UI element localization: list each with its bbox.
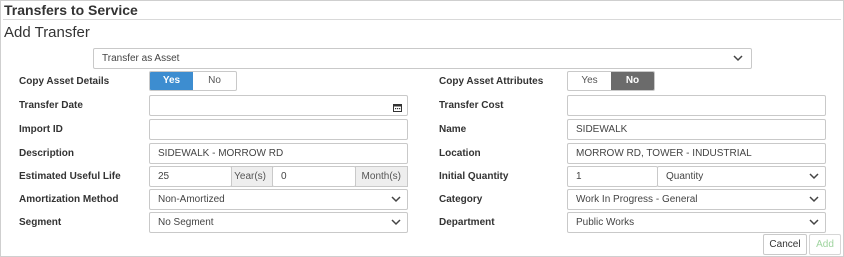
name-value: SIDEWALK	[576, 124, 628, 135]
location-value: MORROW RD, TOWER - INDUSTRIAL	[576, 148, 752, 159]
copy-asset-details-no-button[interactable]: No	[193, 72, 236, 90]
copy-asset-attributes-label: Copy Asset Attributes	[439, 76, 544, 87]
chevron-down-icon	[391, 196, 401, 203]
copy-asset-details-toggle: Yes No	[149, 71, 237, 91]
copy-asset-details-yes-button[interactable]: Yes	[150, 72, 193, 90]
description-label: Description	[19, 148, 75, 159]
useful-life-years-input[interactable]: 25	[149, 166, 232, 187]
department-label: Department	[439, 217, 495, 228]
transfer-type-select[interactable]: Transfer as Asset	[93, 48, 752, 69]
copy-asset-attributes-no-button[interactable]: No	[611, 72, 654, 90]
chevron-down-icon	[733, 55, 743, 62]
useful-life-months-value: 0	[281, 171, 287, 182]
add-button[interactable]: Add	[809, 234, 841, 255]
description-input[interactable]: SIDEWALK - MORROW RD	[149, 143, 408, 164]
transfer-type-value: Transfer as Asset	[102, 53, 180, 64]
amortization-method-value: Non-Amortized	[158, 194, 225, 205]
department-value: Public Works	[576, 217, 635, 228]
useful-life-months-input[interactable]: 0	[272, 166, 356, 187]
useful-life-label: Estimated Useful Life	[19, 171, 121, 182]
title-divider	[3, 19, 841, 20]
chevron-down-icon	[809, 219, 819, 226]
transfer-cost-input[interactable]	[567, 95, 826, 116]
chevron-down-icon	[391, 219, 401, 226]
initial-quantity-label: Initial Quantity	[439, 171, 509, 182]
chevron-down-icon	[809, 173, 819, 180]
transfer-date-label: Transfer Date	[19, 100, 83, 111]
calendar-icon[interactable]	[393, 100, 402, 112]
department-select[interactable]: Public Works	[567, 212, 826, 233]
location-input[interactable]: MORROW RD, TOWER - INDUSTRIAL	[567, 143, 826, 164]
transfer-cost-label: Transfer Cost	[439, 100, 504, 111]
name-input[interactable]: SIDEWALK	[567, 119, 826, 140]
quantity-unit-value: Quantity	[666, 171, 704, 182]
transfers-panel: Transfers to Service Add Transfer Transf…	[0, 0, 844, 257]
transfer-date-input[interactable]	[149, 95, 408, 116]
quantity-unit-select[interactable]: Quantity	[657, 166, 826, 187]
copy-asset-details-label: Copy Asset Details	[19, 76, 110, 87]
import-id-label: Import ID	[19, 124, 63, 135]
useful-life-years-value: 25	[158, 171, 170, 182]
location-label: Location	[439, 148, 481, 159]
category-value: Work In Progress - General	[576, 194, 698, 205]
copy-asset-attributes-toggle: Yes No	[567, 71, 655, 91]
category-label: Category	[439, 194, 483, 205]
segment-select[interactable]: No Segment	[149, 212, 408, 233]
description-value: SIDEWALK - MORROW RD	[158, 148, 284, 159]
name-label: Name	[439, 124, 467, 135]
chevron-down-icon	[809, 196, 819, 203]
months-unit-addon: Month(s)	[355, 166, 408, 187]
segment-value: No Segment	[158, 217, 214, 228]
amortization-method-select[interactable]: Non-Amortized	[149, 189, 408, 210]
page-title: Transfers to Service	[4, 2, 138, 18]
cancel-button[interactable]: Cancel	[763, 234, 807, 255]
category-select[interactable]: Work In Progress - General	[567, 189, 826, 210]
years-unit-addon: Year(s)	[231, 166, 273, 187]
import-id-input[interactable]	[149, 119, 408, 140]
copy-asset-attributes-yes-button[interactable]: Yes	[568, 72, 611, 90]
initial-quantity-value: 1	[576, 171, 582, 182]
section-title: Add Transfer	[4, 24, 90, 41]
amortization-method-label: Amortization Method	[19, 194, 119, 205]
initial-quantity-input[interactable]: 1	[567, 166, 658, 187]
segment-label: Segment	[19, 217, 62, 228]
